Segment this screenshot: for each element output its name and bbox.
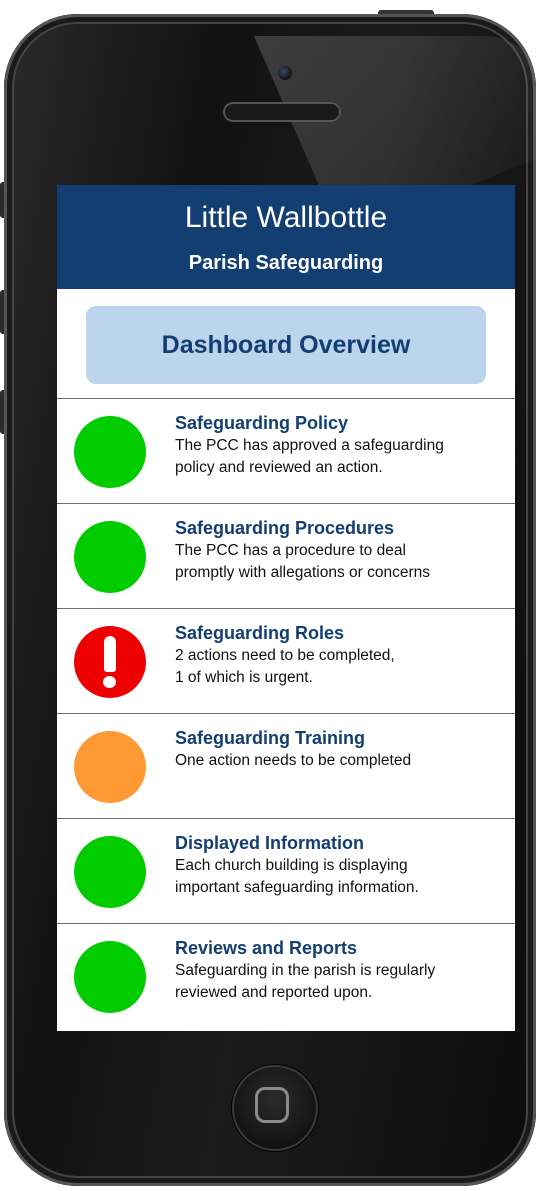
list-item-safeguarding-training[interactable]: Safeguarding Training One action needs t…	[57, 714, 515, 819]
green-status-circle-icon	[74, 941, 146, 1013]
list-item-title: Safeguarding Roles	[175, 623, 345, 643]
list-item-safeguarding-roles[interactable]: Safeguarding Roles 2 actions need to be …	[57, 609, 515, 714]
list-item-text: Safeguarding Policy The PCC has approved…	[175, 411, 511, 479]
list-item-desc-line-1: The PCC has a procedure to deal	[175, 542, 406, 559]
app-title: Little Wallbottle	[184, 201, 388, 234]
list-item-desc-line-1: The PCC has approved a safeguarding	[175, 437, 444, 454]
exclamation-mark	[103, 636, 117, 688]
list-item-text: Safeguarding Procedures The PCC has a pr…	[175, 516, 511, 584]
list-item-text: Reviews and Reports Safeguarding in the …	[175, 936, 511, 1004]
exclamation-alert-icon	[74, 626, 146, 698]
list-item-title: Reviews and Reports	[175, 938, 358, 958]
app-screen: Little Wallbottle Parish Safeguarding Da…	[57, 185, 515, 1031]
list-item-desc-line-1: 2 actions need to be completed,	[175, 647, 395, 664]
green-status-circle-icon	[74, 836, 146, 908]
list-item-desc-line-1: Safeguarding in the parish is regularly	[175, 962, 436, 979]
list-item-desc-line-2: promptly with allegations or concerns	[175, 564, 431, 581]
green-status-circle-icon	[74, 521, 146, 593]
list-item-desc-line-1: One action needs to be completed	[175, 752, 412, 769]
list-item-reviews-and-reports[interactable]: Reviews and Reports Safeguarding in the …	[57, 924, 515, 1029]
list-item-desc-line-2: policy and reviewed an action.	[175, 459, 383, 476]
app-subtitle: Parish Safeguarding	[188, 252, 384, 274]
home-square-glyph	[255, 1087, 289, 1123]
front-camera-icon	[278, 66, 292, 80]
list-item-displayed-information[interactable]: Displayed Information Each church buildi…	[57, 819, 515, 924]
safeguarding-status-list: Safeguarding Policy The PCC has approved…	[57, 398, 515, 1029]
list-item-title: Displayed Information	[175, 833, 365, 853]
earpiece-speaker	[223, 102, 341, 122]
list-item-title: Safeguarding Procedures	[175, 518, 395, 538]
green-status-circle-icon	[74, 416, 146, 488]
list-item-title: Safeguarding Policy	[175, 413, 349, 433]
app-header: Little Wallbottle Parish Safeguarding	[57, 185, 515, 289]
home-button-icon[interactable]	[232, 1065, 318, 1151]
list-item-text: Displayed Information Each church buildi…	[175, 831, 511, 899]
orange-status-circle-icon	[74, 731, 146, 803]
dashboard-overview-button[interactable]: Dashboard Overview	[86, 306, 486, 384]
list-item-text: Safeguarding Training One action needs t…	[175, 726, 511, 772]
list-item-text: Safeguarding Roles 2 actions need to be …	[175, 621, 511, 689]
list-item-title: Safeguarding Training	[175, 728, 366, 748]
list-item-desc-line-2: important safeguarding information.	[175, 879, 419, 896]
list-item-safeguarding-procedures[interactable]: Safeguarding Procedures The PCC has a pr…	[57, 504, 515, 609]
list-item-safeguarding-policy[interactable]: Safeguarding Policy The PCC has approved…	[57, 399, 515, 504]
device-frame: Little Wallbottle Parish Safeguarding Da…	[0, 0, 546, 1191]
list-item-desc-line-2: 1 of which is urgent.	[175, 669, 313, 686]
list-item-desc-line-1: Each church building is displaying	[175, 857, 408, 874]
list-item-desc-line-2: reviewed and reported upon.	[175, 984, 373, 1001]
